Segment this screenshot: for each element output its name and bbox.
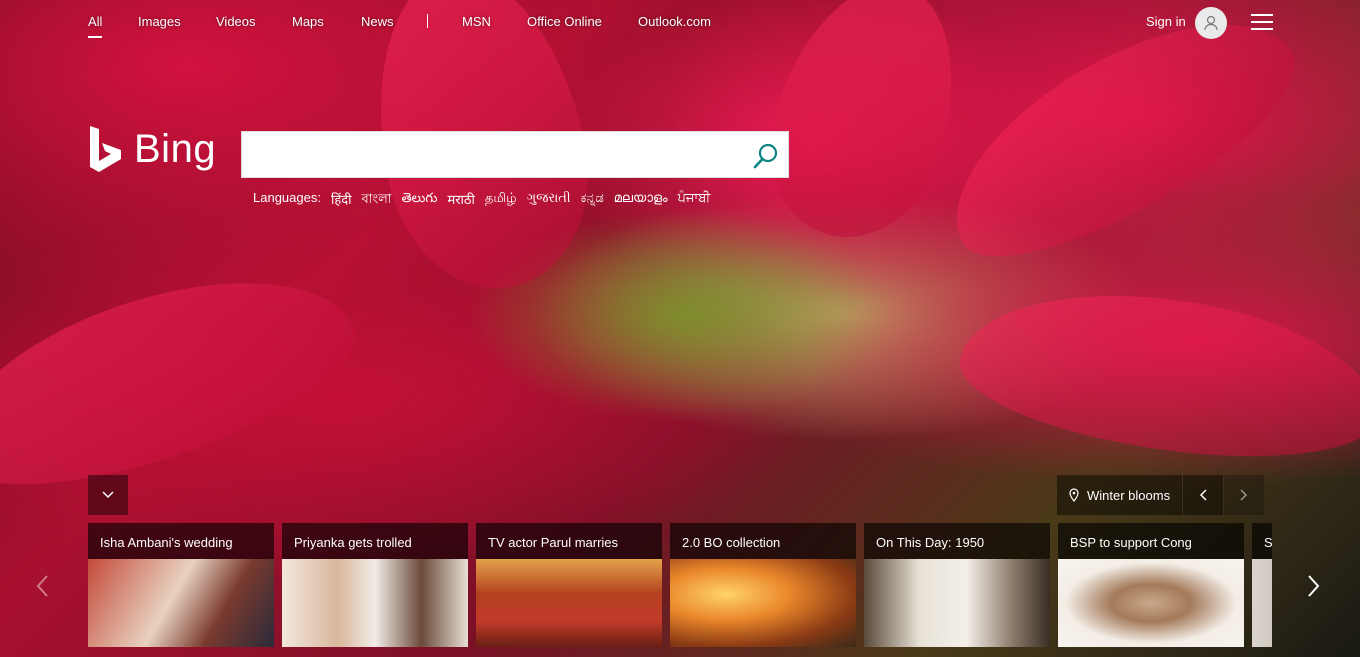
nav-images[interactable]: Images <box>138 14 181 29</box>
news-tile-image <box>864 559 1050 647</box>
news-tile-image <box>282 559 468 647</box>
bing-b-icon <box>90 126 121 172</box>
news-tile-title: TV actor Parul marries <box>476 523 662 559</box>
carousel-next-button[interactable] <box>1304 568 1324 604</box>
bing-logo[interactable]: Bing <box>88 124 216 174</box>
news-tile-image <box>670 559 856 647</box>
location-pin-icon <box>1069 488 1079 502</box>
language-punjabi[interactable]: ਪੰਜਾਬੀ <box>678 190 711 211</box>
news-tile-title: Isha Ambani's wedding <box>88 523 274 559</box>
nav-office-online[interactable]: Office Online <box>527 14 602 29</box>
news-tile-title: S <box>1252 523 1272 559</box>
top-navigation: All Images Videos Maps News MSN Office O… <box>0 0 1360 44</box>
news-tile-image <box>88 559 274 647</box>
language-hindi[interactable]: हिंदी <box>331 190 352 211</box>
news-carousel: Isha Ambani's wedding Priyanka gets trol… <box>88 523 1272 647</box>
news-tile-title: BSP to support Cong <box>1058 523 1244 559</box>
nav-all[interactable]: All <box>88 14 103 38</box>
news-tile[interactable]: On This Day: 1950 <box>864 523 1050 647</box>
menu-icon[interactable] <box>1251 14 1273 30</box>
news-tile-image <box>476 559 662 647</box>
language-tamil[interactable]: தமிழ் <box>485 190 517 211</box>
news-tile-title: 2.0 BO collection <box>670 523 856 559</box>
logo-text: Bing <box>134 126 217 171</box>
avatar[interactable] <box>1195 7 1227 39</box>
nav-videos[interactable]: Videos <box>216 14 256 29</box>
language-kannada[interactable]: ಕನ್ನಡ <box>581 190 604 211</box>
languages-label: Languages: <box>253 190 321 205</box>
news-tile-image <box>1252 559 1272 647</box>
chevron-down-icon <box>102 491 114 499</box>
languages-bar: Languages: हिंदी বাংলা తెలుగు मराठी தமிழ… <box>253 190 710 211</box>
image-location-label: Winter blooms <box>1087 487 1171 503</box>
carousel-previous-button[interactable] <box>32 568 52 604</box>
search-input[interactable] <box>242 132 742 177</box>
previous-image-button[interactable] <box>1183 475 1224 515</box>
image-info-bar: Winter blooms <box>1057 475 1265 515</box>
nav-news[interactable]: News <box>361 14 394 29</box>
news-tile-image <box>1058 559 1244 647</box>
news-tile[interactable]: Priyanka gets trolled <box>282 523 468 647</box>
search-box <box>241 131 789 178</box>
nav-msn[interactable]: MSN <box>462 14 491 29</box>
nav-outlook[interactable]: Outlook.com <box>638 14 711 29</box>
news-tile[interactable]: TV actor Parul marries <box>476 523 662 647</box>
user-icon <box>1204 15 1218 31</box>
sign-in-link[interactable]: Sign in <box>1146 14 1186 29</box>
news-tile[interactable]: Isha Ambani's wedding <box>88 523 274 647</box>
chevron-left-icon <box>1200 489 1207 501</box>
chevron-right-icon <box>1240 489 1248 501</box>
news-tile-title: On This Day: 1950 <box>864 523 1050 559</box>
search-button[interactable] <box>752 142 780 170</box>
news-tile[interactable]: 2.0 BO collection <box>670 523 856 647</box>
news-tile[interactable]: S <box>1252 523 1272 647</box>
nav-maps[interactable]: Maps <box>292 14 324 29</box>
language-gujarati[interactable]: ગુજરાતી <box>527 190 571 211</box>
news-tile[interactable]: BSP to support Cong <box>1058 523 1244 647</box>
search-icon <box>753 143 778 169</box>
image-location-button[interactable]: Winter blooms <box>1057 475 1183 515</box>
language-marathi[interactable]: मराठी <box>447 190 474 211</box>
language-bengali[interactable]: বাংলা <box>362 190 392 211</box>
nav-divider <box>427 14 428 28</box>
next-image-button[interactable] <box>1224 475 1265 515</box>
language-malayalam[interactable]: മലയാളം <box>614 190 668 211</box>
chevron-left-icon <box>36 575 48 597</box>
language-telugu[interactable]: తెలుగు <box>402 190 438 211</box>
news-tile-title: Priyanka gets trolled <box>282 523 468 559</box>
chevron-right-icon <box>1308 575 1320 597</box>
collapse-news-button[interactable] <box>88 475 128 515</box>
